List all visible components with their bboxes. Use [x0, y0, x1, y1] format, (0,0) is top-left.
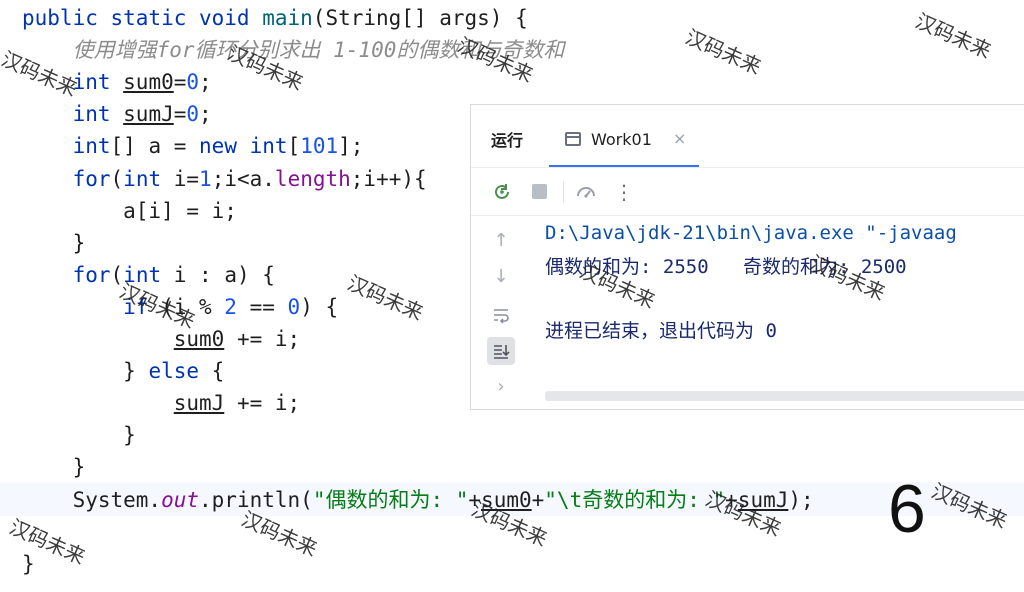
code-line: a[i] = i; [22, 195, 237, 227]
code-line: } else { [22, 355, 224, 387]
code-token: 0 [287, 294, 301, 319]
close-icon[interactable]: × [673, 129, 686, 148]
code-line: sumJ += i; [22, 387, 300, 419]
code-token: "偶数的和为: " [312, 487, 469, 512]
code-token: for [22, 166, 111, 191]
stop-icon[interactable] [529, 181, 551, 203]
code-line: } [22, 419, 136, 451]
code-line: for(int i=1;i<a.length;i++){ [22, 163, 427, 195]
console-output[interactable]: D:\Java\jdk-21\bin\java.exe "-javaag 偶数的… [545, 217, 1024, 387]
code-token: i : a) { [173, 262, 275, 287]
code-token: "\t奇数的和为: " [544, 487, 726, 512]
tab-label: Work01 [591, 130, 652, 149]
code-token: (String[] args) { [312, 6, 528, 30]
toolbar-separator [563, 181, 564, 203]
code-token: } [22, 551, 35, 576]
code-token: main [262, 6, 313, 30]
console-command-line: D:\Java\jdk-21\bin\java.exe "-javaag [545, 222, 957, 244]
code-token: sum0 [123, 70, 174, 95]
chevron-right-icon[interactable]: › [487, 373, 515, 401]
scroll-to-end-icon[interactable] [487, 337, 515, 365]
code-token: == [236, 294, 288, 319]
code-token: out [161, 487, 200, 512]
run-panel-title: 运行 [491, 131, 524, 150]
code-line: } [22, 227, 86, 259]
arrow-down-icon[interactable]: ↓ [487, 263, 515, 291]
code-token: += i; [224, 327, 301, 351]
code-token: System. [22, 487, 162, 512]
code-line: public static void main(String[] args) { [22, 2, 528, 34]
run-toolbar: ⋮ [471, 167, 1024, 216]
code-token: } [22, 423, 136, 448]
code-token: + [531, 487, 545, 512]
code-token: ]; [338, 134, 364, 159]
code-token: 0 [186, 70, 200, 95]
code-token: ( [110, 262, 124, 287]
code-token: 2 [224, 294, 237, 319]
code-token: int [22, 102, 124, 127]
code-token: else [148, 359, 200, 384]
code-token: sumJ [173, 391, 225, 416]
code-token: ;i++){ [350, 166, 427, 191]
code-line: System.out.println("偶数的和为: "+sum0+"\t奇数的… [22, 484, 814, 516]
code-token: ;i<a. [211, 166, 275, 191]
code-token: ); [788, 487, 814, 512]
code-token: for [22, 262, 111, 287]
profiler-icon[interactable] [575, 181, 597, 203]
more-options-icon[interactable]: ⋮ [613, 181, 635, 203]
tab-work01[interactable]: Work01 × [549, 119, 699, 167]
code-token: ; [199, 70, 212, 95]
code-token: [] a = [110, 134, 200, 159]
soft-wrap-icon[interactable] [487, 301, 515, 329]
code-token: += i; [224, 391, 301, 416]
code-token: } [22, 359, 149, 384]
code-line: int[] a = new int[101]; [22, 130, 364, 162]
code-token: 1 [199, 166, 212, 191]
code-token: 0 [186, 102, 200, 127]
run-panel: 运行 Work01 × ⋮ ↑ ↓ › D:\Java\jdk-21\bin\j… [470, 104, 1024, 410]
rerun-icon[interactable] [491, 181, 513, 203]
horizontal-scrollbar[interactable] [545, 391, 1024, 401]
overlay-number: 6 [888, 471, 926, 547]
code-token: i= [173, 166, 200, 191]
code-token: new int [199, 134, 288, 159]
code-token: { [199, 359, 225, 384]
code-token: int [123, 166, 174, 191]
code-token: ; [199, 102, 212, 127]
code-token: = [173, 70, 187, 95]
code-line: int sumJ=0; [22, 98, 212, 130]
code-token: sumJ [123, 102, 174, 127]
code-line: sum0 += i; [22, 323, 300, 355]
code-token: length [274, 166, 351, 191]
code-token: int [22, 134, 111, 159]
window-icon [565, 132, 581, 146]
code-token: public static void [22, 6, 263, 30]
code-token: } [22, 230, 86, 255]
arrow-up-icon[interactable]: ↑ [487, 227, 515, 255]
code-token: ) { [300, 294, 339, 319]
code-token: a[i] = i; [22, 198, 237, 223]
code-line: } [22, 451, 86, 483]
code-token: 101 [300, 134, 339, 159]
code-token: } [22, 455, 86, 480]
code-line: } [22, 548, 35, 580]
console-exit-line: 进程已结束，退出代码为 0 [545, 320, 777, 342]
run-panel-header: 运行 Work01 × [471, 105, 1024, 168]
run-gutter: ↑ ↓ › [471, 215, 529, 411]
code-token: ( [110, 166, 124, 191]
code-token: [ [287, 134, 301, 159]
code-token: = [173, 102, 187, 127]
